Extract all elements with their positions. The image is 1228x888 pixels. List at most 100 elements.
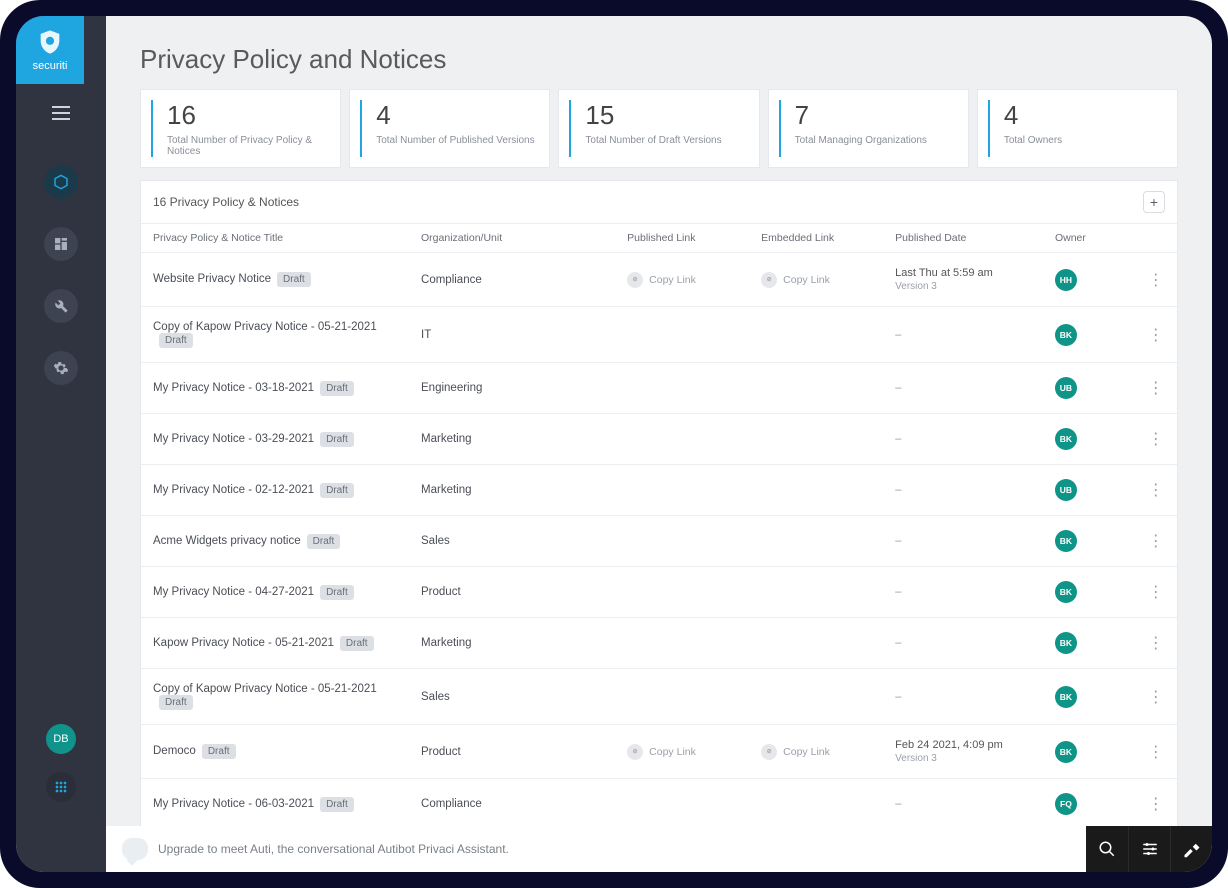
stat-value: 4 — [1004, 100, 1163, 131]
copy-link-button[interactable]: ⊘Copy Link — [627, 744, 737, 760]
page-title: Privacy Policy and Notices — [106, 16, 1212, 89]
nav-item-dashboard[interactable] — [44, 165, 78, 199]
nav-item-templates[interactable] — [44, 227, 78, 261]
row-menu-button[interactable]: ⋮ — [1148, 584, 1164, 601]
status-tag: Draft — [320, 432, 354, 447]
column-header-embedded[interactable]: Embedded Link — [749, 224, 883, 253]
row-title: My Privacy Notice - 06-03-2021 — [153, 798, 314, 810]
table-row[interactable]: Website Privacy Notice Draft Compliance ⊘Co… — [141, 253, 1177, 307]
row-menu-button[interactable]: ⋮ — [1148, 327, 1164, 344]
column-header-published[interactable]: Published Link — [615, 224, 749, 253]
copy-link-button[interactable]: ⊘Copy Link — [627, 272, 737, 288]
chat-bar[interactable]: Upgrade to meet Auti, the conversational… — [106, 838, 1086, 860]
owner-badge: BK — [1055, 581, 1077, 603]
stat-label: Total Managing Organizations — [795, 135, 954, 146]
search-icon — [1098, 840, 1116, 858]
owner-badge: HH — [1055, 269, 1077, 291]
row-title: My Privacy Notice - 03-18-2021 — [153, 382, 314, 394]
row-org: Marketing — [409, 414, 615, 465]
link-icon: ⊘ — [627, 272, 643, 288]
row-title: Copy of Kapow Privacy Notice - 05-21-202… — [153, 321, 377, 333]
sidebar: securiti DB — [16, 16, 106, 872]
status-tag: Draft — [159, 695, 193, 710]
row-title: Copy of Kapow Privacy Notice - 05-21-202… — [153, 683, 377, 695]
filter-button[interactable] — [1128, 826, 1170, 872]
gear-icon — [53, 360, 69, 376]
column-header-owner[interactable]: Owner — [1043, 224, 1136, 253]
stat-label: Total Number of Published Versions — [376, 135, 535, 146]
hammer-icon — [1183, 840, 1201, 858]
table-row[interactable]: My Privacy Notice - 02-12-2021DraftMarke… — [141, 465, 1177, 516]
column-header-date[interactable]: Published Date — [883, 224, 1043, 253]
date-empty: – — [895, 535, 901, 547]
row-title: Kapow Privacy Notice - 05-21-2021 — [153, 637, 334, 649]
column-header-title[interactable]: Privacy Policy & Notice Title — [141, 224, 409, 253]
date-empty: – — [895, 329, 901, 341]
date-empty: – — [895, 484, 901, 496]
grid-dots-icon — [53, 779, 69, 795]
build-button[interactable] — [1170, 826, 1212, 872]
table-row[interactable]: Copy of Kapow Privacy Notice - 05-21-202… — [141, 307, 1177, 363]
status-tag: Draft — [277, 272, 311, 287]
stat-value: 7 — [795, 100, 954, 131]
table-row[interactable]: My Privacy Notice - 03-18-2021DraftEngin… — [141, 363, 1177, 414]
cube-icon — [52, 173, 70, 191]
row-menu-button[interactable]: ⋮ — [1148, 380, 1164, 397]
menu-toggle-icon[interactable] — [52, 106, 70, 125]
stat-card-total-policies[interactable]: 16 Total Number of Privacy Policy & Noti… — [140, 89, 341, 168]
row-org: Product — [409, 567, 615, 618]
table-row[interactable]: Copy of Kapow Privacy Notice - 05-21-202… — [141, 669, 1177, 725]
row-menu-button[interactable]: ⋮ — [1148, 744, 1164, 761]
user-avatar[interactable]: DB — [46, 724, 76, 754]
row-org: Marketing — [409, 465, 615, 516]
row-title: Acme Widgets privacy notice — [153, 535, 301, 547]
row-menu-button[interactable]: ⋮ — [1148, 431, 1164, 448]
apps-menu-icon[interactable] — [46, 772, 76, 802]
row-org: Compliance — [409, 253, 615, 307]
nav-item-tools[interactable] — [44, 289, 78, 323]
table-row[interactable]: Acme Widgets privacy noticeDraftSales–BK… — [141, 516, 1177, 567]
table-row[interactable]: My Privacy Notice - 06-03-2021DraftCompl… — [141, 779, 1177, 830]
row-title: My Privacy Notice - 04-27-2021 — [153, 586, 314, 598]
row-title: Democo — [153, 745, 196, 757]
stat-card-published[interactable]: 4 Total Number of Published Versions — [349, 89, 550, 168]
row-menu-button[interactable]: ⋮ — [1148, 689, 1164, 706]
owner-badge: UB — [1055, 377, 1077, 399]
brand-name: securiti — [33, 60, 68, 72]
table-row[interactable]: DemocoDraftProduct⊘Copy Link⊘Copy LinkFe… — [141, 725, 1177, 779]
search-button[interactable] — [1086, 826, 1128, 872]
brand-logo[interactable]: securiti — [16, 16, 84, 84]
add-policy-button[interactable]: + — [1143, 191, 1165, 213]
copy-link-button[interactable]: ⊘Copy Link — [761, 744, 871, 760]
table-row[interactable]: My Privacy Notice - 04-27-2021DraftProdu… — [141, 567, 1177, 618]
nav — [44, 165, 78, 385]
brand-icon — [36, 28, 64, 56]
row-menu-button[interactable]: ⋮ — [1148, 272, 1164, 289]
row-org: Marketing — [409, 618, 615, 669]
date-empty: – — [895, 798, 901, 810]
table-row[interactable]: Kapow Privacy Notice - 05-21-2021 Draft Ma… — [141, 618, 1177, 669]
date-empty: – — [895, 586, 901, 598]
row-menu-button[interactable]: ⋮ — [1148, 533, 1164, 550]
owner-badge: BK — [1055, 428, 1077, 450]
copy-link-button[interactable]: ⊘Copy Link — [761, 272, 871, 288]
panel-title: 16 Privacy Policy & Notices — [153, 195, 299, 209]
row-menu-button[interactable]: ⋮ — [1148, 796, 1164, 813]
stat-card-orgs[interactable]: 7 Total Managing Organizations — [768, 89, 969, 168]
stat-card-owners[interactable]: 4 Total Owners — [977, 89, 1178, 168]
row-menu-button[interactable]: ⋮ — [1148, 482, 1164, 499]
row-menu-button[interactable]: ⋮ — [1148, 635, 1164, 652]
footer-bar: Upgrade to meet Auti, the conversational… — [106, 826, 1212, 872]
owner-badge: BK — [1055, 632, 1077, 654]
status-tag: Draft — [320, 797, 354, 812]
table-row[interactable]: My Privacy Notice - 03-29-2021DraftMarke… — [141, 414, 1177, 465]
owner-badge: BK — [1055, 530, 1077, 552]
status-tag: Draft — [340, 636, 374, 651]
row-title: Website Privacy Notice — [153, 273, 271, 285]
status-tag: Draft — [159, 333, 193, 348]
footer-tools — [1086, 826, 1212, 872]
nav-item-settings[interactable] — [44, 351, 78, 385]
column-header-org[interactable]: Organization/Unit — [409, 224, 615, 253]
sidebar-bottom: DB — [46, 724, 76, 802]
stat-card-draft[interactable]: 15 Total Number of Draft Versions — [558, 89, 759, 168]
